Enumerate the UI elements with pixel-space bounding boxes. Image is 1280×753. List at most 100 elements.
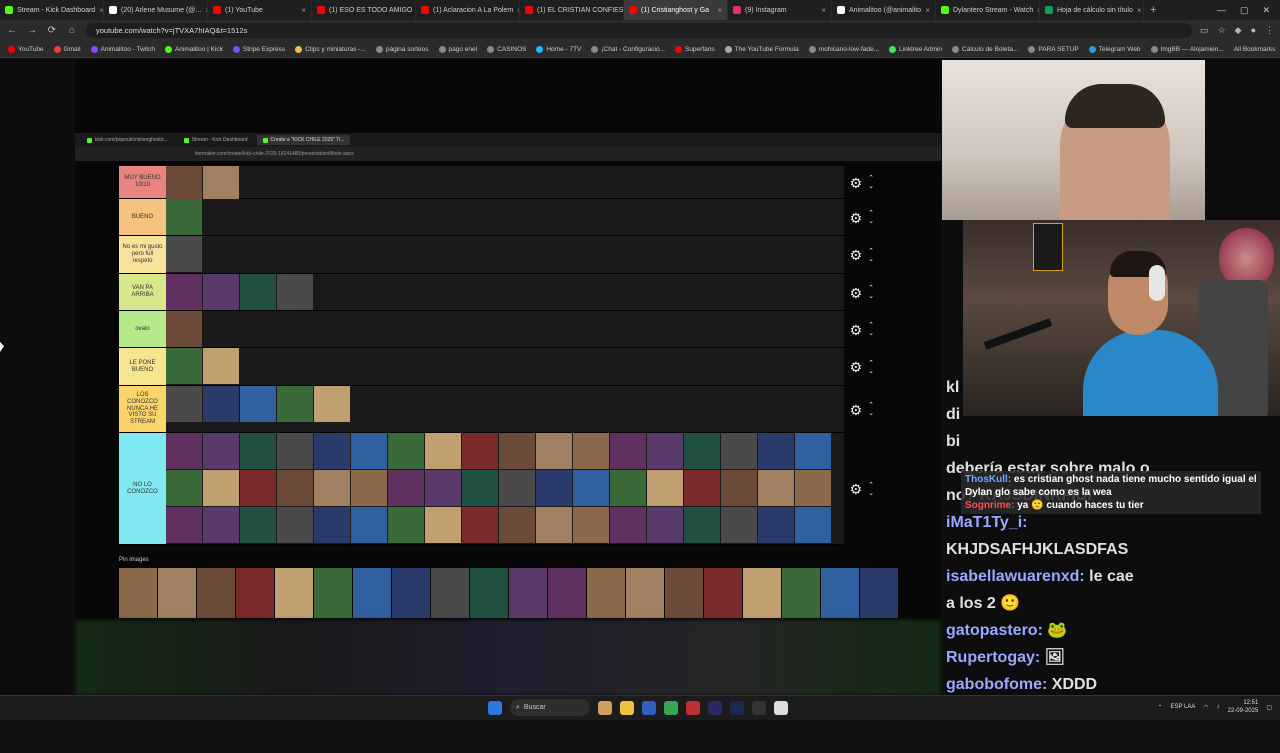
tier-avatar[interactable] (166, 274, 202, 310)
chevron-down-icon[interactable]: ⌄ (868, 490, 874, 498)
bookmark-item[interactable]: Animalitoo | Kick (164, 45, 223, 53)
url-field[interactable]: youtube.com/watch?v=jTVXA7hIAQ&t=1512s (86, 23, 1193, 38)
chevron-up-icon[interactable]: ⌃ (868, 402, 874, 410)
tier-avatar[interactable] (166, 166, 202, 202)
back-icon[interactable]: ← (6, 25, 18, 36)
bookmark-item[interactable]: Clips y miniaturas -... (295, 45, 366, 53)
volume-icon[interactable]: ♪ (1217, 704, 1220, 710)
tier-avatar[interactable] (166, 433, 202, 469)
pin-image[interactable] (860, 568, 898, 618)
pin-image[interactable] (743, 568, 781, 618)
taskbar-search[interactable]: ⌕ Buscar (510, 699, 590, 716)
browser-tab[interactable]: (1) Cristianghost y Ga × (624, 0, 728, 20)
tier-avatar[interactable] (499, 507, 535, 543)
recorder-icon[interactable] (686, 700, 700, 715)
gear-icon[interactable]: ⚙ (850, 322, 863, 339)
pin-image[interactable] (197, 568, 235, 618)
chat-username[interactable]: ThosKull: (965, 474, 1011, 485)
tier-avatar[interactable] (610, 433, 646, 469)
premiere-icon[interactable] (708, 700, 722, 715)
pin-image[interactable] (431, 568, 469, 618)
tier-avatar[interactable] (203, 507, 239, 543)
browser-tab[interactable]: (1) ESO ES TODO AMIGO× (312, 0, 416, 20)
tier-avatar[interactable] (499, 470, 535, 506)
browser-tab[interactable]: Dylantero Stream - Watch× (936, 0, 1040, 20)
tier-avatar[interactable] (166, 386, 202, 422)
extension-icon[interactable]: ◆ (1235, 25, 1242, 36)
tier-label[interactable]: BUENO (119, 199, 166, 235)
bookmark-item[interactable]: YouTube (8, 45, 44, 53)
bookmark-star-icon[interactable]: ☆ (1218, 25, 1226, 36)
tier-avatar[interactable] (277, 386, 313, 422)
chevron-down-icon[interactable]: ⌄ (868, 256, 874, 264)
tier-avatar[interactable] (647, 433, 683, 469)
tier-avatar[interactable] (166, 348, 202, 384)
tier-avatar[interactable] (240, 470, 276, 506)
tier-avatar[interactable] (721, 470, 757, 506)
language-indicator[interactable]: ESP LAA (1170, 704, 1195, 710)
tier-avatar[interactable] (388, 470, 424, 506)
tier-avatar[interactable] (499, 433, 535, 469)
pin-image[interactable] (470, 568, 508, 618)
chevron-up-icon[interactable]: ⌃ (868, 285, 874, 293)
bookmark-item[interactable]: Superfans (674, 45, 715, 53)
chat-username[interactable]: Rupertogay: (946, 649, 1040, 666)
chrome-icon[interactable] (664, 700, 678, 715)
tier-avatar[interactable] (203, 348, 239, 384)
cast-icon[interactable]: ▭ (1200, 25, 1209, 36)
notification-icon[interactable]: ▢ (1266, 704, 1272, 711)
tier-avatar[interactable] (536, 470, 572, 506)
pin-image[interactable] (821, 568, 859, 618)
chevron-up-icon[interactable]: ⌃ (868, 360, 874, 368)
bookmark-item[interactable]: Gmail (53, 45, 81, 53)
tier-label[interactable]: ovalo (119, 311, 166, 347)
chevron-down-icon[interactable]: ⌄ (868, 293, 874, 301)
bookmark-item[interactable]: The YouTube Formula (724, 45, 799, 53)
close-icon[interactable]: × (1137, 6, 1142, 15)
tier-avatar[interactable] (240, 507, 276, 543)
forward-icon[interactable]: → (26, 25, 38, 36)
pin-image[interactable] (704, 568, 742, 618)
home-icon[interactable]: ⌂ (66, 25, 78, 36)
chevron-down-icon[interactable]: ⌄ (868, 330, 874, 338)
pin-image[interactable] (353, 568, 391, 618)
tier-avatar[interactable] (203, 166, 239, 202)
tier-avatar[interactable] (166, 199, 202, 235)
gear-icon[interactable]: ⚙ (850, 285, 863, 302)
chevron-up-icon[interactable]: ⌃ (868, 210, 874, 218)
bookmark-item[interactable]: CASINOS (487, 45, 526, 53)
tier-avatar[interactable] (388, 433, 424, 469)
pin-image[interactable] (509, 568, 547, 618)
photoshop-icon[interactable] (730, 700, 744, 715)
browser-tab[interactable]: Stream - Kick Dashboard × (0, 0, 104, 20)
gear-icon[interactable]: ⚙ (850, 175, 863, 192)
tier-avatar[interactable] (351, 507, 387, 543)
tier-avatar[interactable] (277, 274, 313, 310)
tier-avatar[interactable] (351, 433, 387, 469)
maximize-icon[interactable]: ▢ (1240, 5, 1249, 16)
tier-avatar[interactable] (758, 470, 794, 506)
tier-label[interactable]: LE PONE BUENO (119, 348, 166, 385)
chevron-up-icon[interactable]: ⌃ (1157, 704, 1162, 711)
tier-avatar[interactable] (277, 470, 313, 506)
pin-image[interactable] (158, 568, 196, 618)
new-tab-icon[interactable]: + (1144, 4, 1162, 16)
tier-label[interactable]: No es mi gusto pero full respeto (119, 236, 166, 273)
tier-avatar[interactable] (462, 507, 498, 543)
tier-avatar[interactable] (203, 433, 239, 469)
gear-icon[interactable]: ⚙ (850, 247, 863, 264)
bookmark-item[interactable]: Stripe Express (232, 45, 285, 53)
bookmark-item[interactable]: Telegram Web (1088, 45, 1141, 53)
tier-avatar[interactable] (240, 386, 276, 422)
tier-avatar[interactable] (721, 507, 757, 543)
tier-avatar[interactable] (573, 507, 609, 543)
tier-avatar[interactable] (240, 433, 276, 469)
pin-image[interactable] (587, 568, 625, 618)
widget-icon[interactable] (598, 700, 612, 715)
tier-avatar[interactable] (610, 470, 646, 506)
close-icon[interactable]: × (717, 6, 722, 15)
gear-icon[interactable]: ⚙ (850, 359, 863, 376)
all-bookmarks[interactable]: All Bookmarks (1234, 46, 1280, 53)
tier-avatar[interactable] (166, 236, 202, 272)
tier-avatar[interactable] (314, 470, 350, 506)
